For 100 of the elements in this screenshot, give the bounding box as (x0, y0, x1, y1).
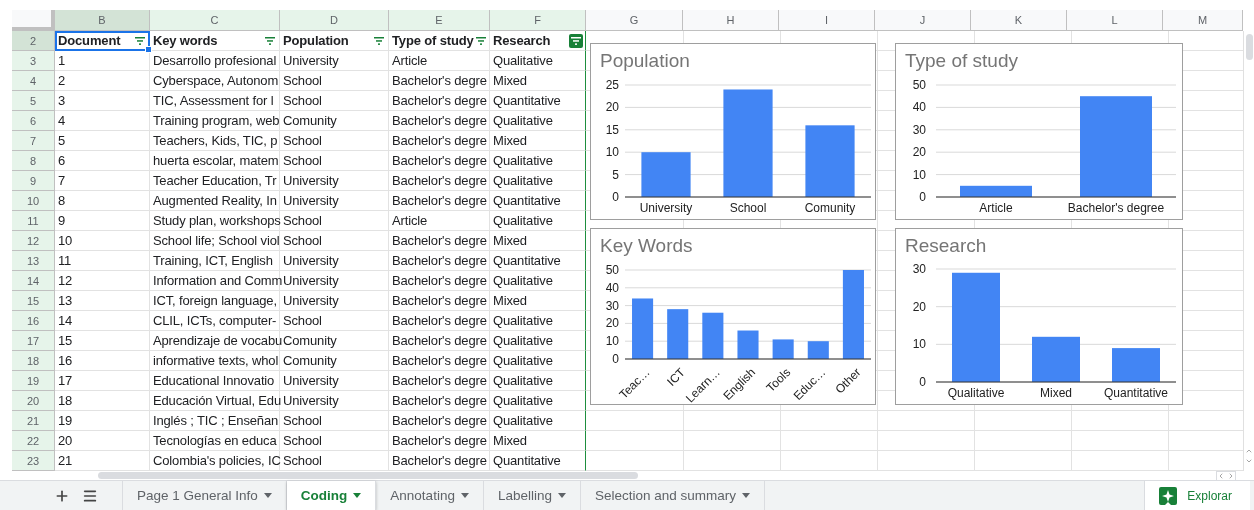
caret-icon (263, 493, 272, 498)
axis-tick-label: 30 (605, 298, 619, 313)
table-cell: Quantitative (493, 93, 561, 108)
scrollbar-thumb[interactable] (1245, 34, 1253, 60)
row-header[interactable]: 8 (12, 151, 55, 171)
table-cell: 11 (58, 253, 72, 268)
column-header[interactable]: I (779, 10, 875, 31)
table-cell: Bachelor's degre (392, 93, 487, 108)
select-all-corner[interactable] (12, 10, 55, 31)
table-cell: 7 (58, 173, 66, 188)
table-cell: Study plan, workshops (153, 213, 281, 228)
table-cell: School (283, 313, 322, 328)
table-cell: Augmented Reality, In (153, 193, 277, 208)
axis-tick-label: 30 (912, 122, 926, 137)
scroll-right-icon[interactable] (1227, 471, 1235, 480)
axis-tick-label: 20 (605, 316, 619, 331)
column-header[interactable]: D (280, 10, 389, 31)
column-header[interactable]: B (55, 10, 150, 31)
column-header[interactable]: L (1067, 10, 1163, 31)
table-cell: 5 (58, 133, 66, 148)
table-cell: Bachelor's degre (392, 453, 487, 468)
table-cell: 10 (58, 233, 73, 248)
caret-icon (557, 493, 566, 498)
table-cell: Aprendizaje de vocabu (153, 333, 283, 348)
column-header[interactable]: G (586, 10, 683, 31)
table-cell: School (283, 93, 322, 108)
scroll-left-icon[interactable] (1217, 471, 1225, 480)
table-cell: School (283, 233, 322, 248)
row-header[interactable]: 11 (12, 211, 55, 231)
row-header[interactable]: 19 (12, 371, 55, 391)
table-cell: School (283, 433, 322, 448)
row-header[interactable]: 3 (12, 51, 55, 71)
table-cell: Information and Comm (153, 273, 283, 288)
table-cell: 6 (58, 153, 66, 168)
row-header[interactable]: 6 (12, 111, 55, 131)
table-cell: CLIL, ICTs, computer- (153, 313, 277, 328)
row-header[interactable]: 4 (12, 71, 55, 91)
row-header[interactable]: 9 (12, 171, 55, 191)
row-header[interactable]: 15 (12, 291, 55, 311)
column-header[interactable]: F (490, 10, 586, 31)
table-cell: Bachelor's degre (392, 153, 487, 168)
table-cell: University (283, 53, 339, 68)
table-cell: ICT, foreign language, (153, 293, 277, 308)
bar (805, 125, 855, 197)
column-title: Key words (153, 33, 218, 48)
sheet-tab[interactable]: Selection and summary (580, 481, 766, 510)
column-header[interactable]: K (971, 10, 1067, 31)
table-cell: 9 (58, 213, 66, 228)
scroll-down-icon[interactable] (1245, 457, 1253, 465)
table-cell: 16 (58, 353, 73, 368)
row-header[interactable]: 7 (12, 131, 55, 151)
table-cell: 2 (58, 73, 66, 88)
table-cell: Qualitative (493, 413, 553, 428)
sheet-tab[interactable]: Coding (286, 481, 377, 510)
column-header[interactable]: H (683, 10, 779, 31)
row-header[interactable]: 13 (12, 251, 55, 271)
table-cell: 4 (58, 113, 66, 128)
table-cell: 12 (58, 273, 73, 288)
table-cell: huerta escolar, matem (153, 153, 279, 168)
table-cell: 20 (58, 433, 73, 448)
row-header[interactable]: 21 (12, 411, 55, 431)
bar (807, 341, 829, 359)
sheet-tab[interactable]: Labelling (483, 481, 581, 510)
axis-tick-label: 40 (912, 100, 926, 115)
sheet-tab[interactable]: Annotating (376, 481, 484, 510)
row-header[interactable]: 22 (12, 431, 55, 451)
row-header[interactable]: 18 (12, 351, 55, 371)
row-header[interactable]: 5 (12, 91, 55, 111)
chart-card[interactable]: 0 5 10 15 20 25 University School Comunity Population (590, 43, 876, 220)
table-cell: Bachelor's degre (392, 133, 487, 148)
column-header[interactable]: J (875, 10, 971, 31)
row-header[interactable]: 20 (12, 391, 55, 411)
axis-tick-label: 0 (612, 352, 619, 366)
row-header[interactable]: 10 (12, 191, 55, 211)
filter-icon[interactable] (569, 33, 583, 48)
row-header[interactable]: 23 (12, 451, 55, 471)
table-cell: School life; School viol (153, 233, 280, 248)
table-cell: Qualitative (493, 113, 553, 128)
axis-tick-label: 20 (912, 145, 926, 160)
scroll-up-icon[interactable] (1245, 447, 1253, 455)
axis-tick-label: 30 (912, 262, 926, 276)
column-header[interactable]: M (1163, 10, 1243, 31)
table-cell: Qualitative (493, 173, 553, 188)
column-title: Document (58, 33, 121, 48)
row-header[interactable]: 14 (12, 271, 55, 291)
row-header[interactable]: 17 (12, 331, 55, 351)
column-header[interactable]: C (150, 10, 280, 31)
table-cell: Bachelor's degre (392, 273, 487, 288)
table-cell: Quantitative (493, 193, 561, 208)
table-cell: Comunity (283, 113, 337, 128)
row-header[interactable]: 16 (12, 311, 55, 331)
column-header[interactable]: E (389, 10, 490, 31)
chart-card[interactable]: 0 10 20 30 40 50 Article Bachelor's degree Type of study (895, 43, 1183, 220)
chart-card[interactable]: 0 10 20 30 Qualitative Mixed Quantitative Research (895, 228, 1183, 405)
row-header[interactable]: 2 (12, 31, 55, 51)
explore-button[interactable]: Explorar (1144, 481, 1250, 510)
axis-tick-label: 20 (912, 299, 926, 314)
row-header[interactable]: 12 (12, 231, 55, 251)
sheet-tab[interactable]: Page 1 General Info (123, 481, 287, 510)
table-cell: Cyberspace, Autonom (153, 73, 279, 88)
